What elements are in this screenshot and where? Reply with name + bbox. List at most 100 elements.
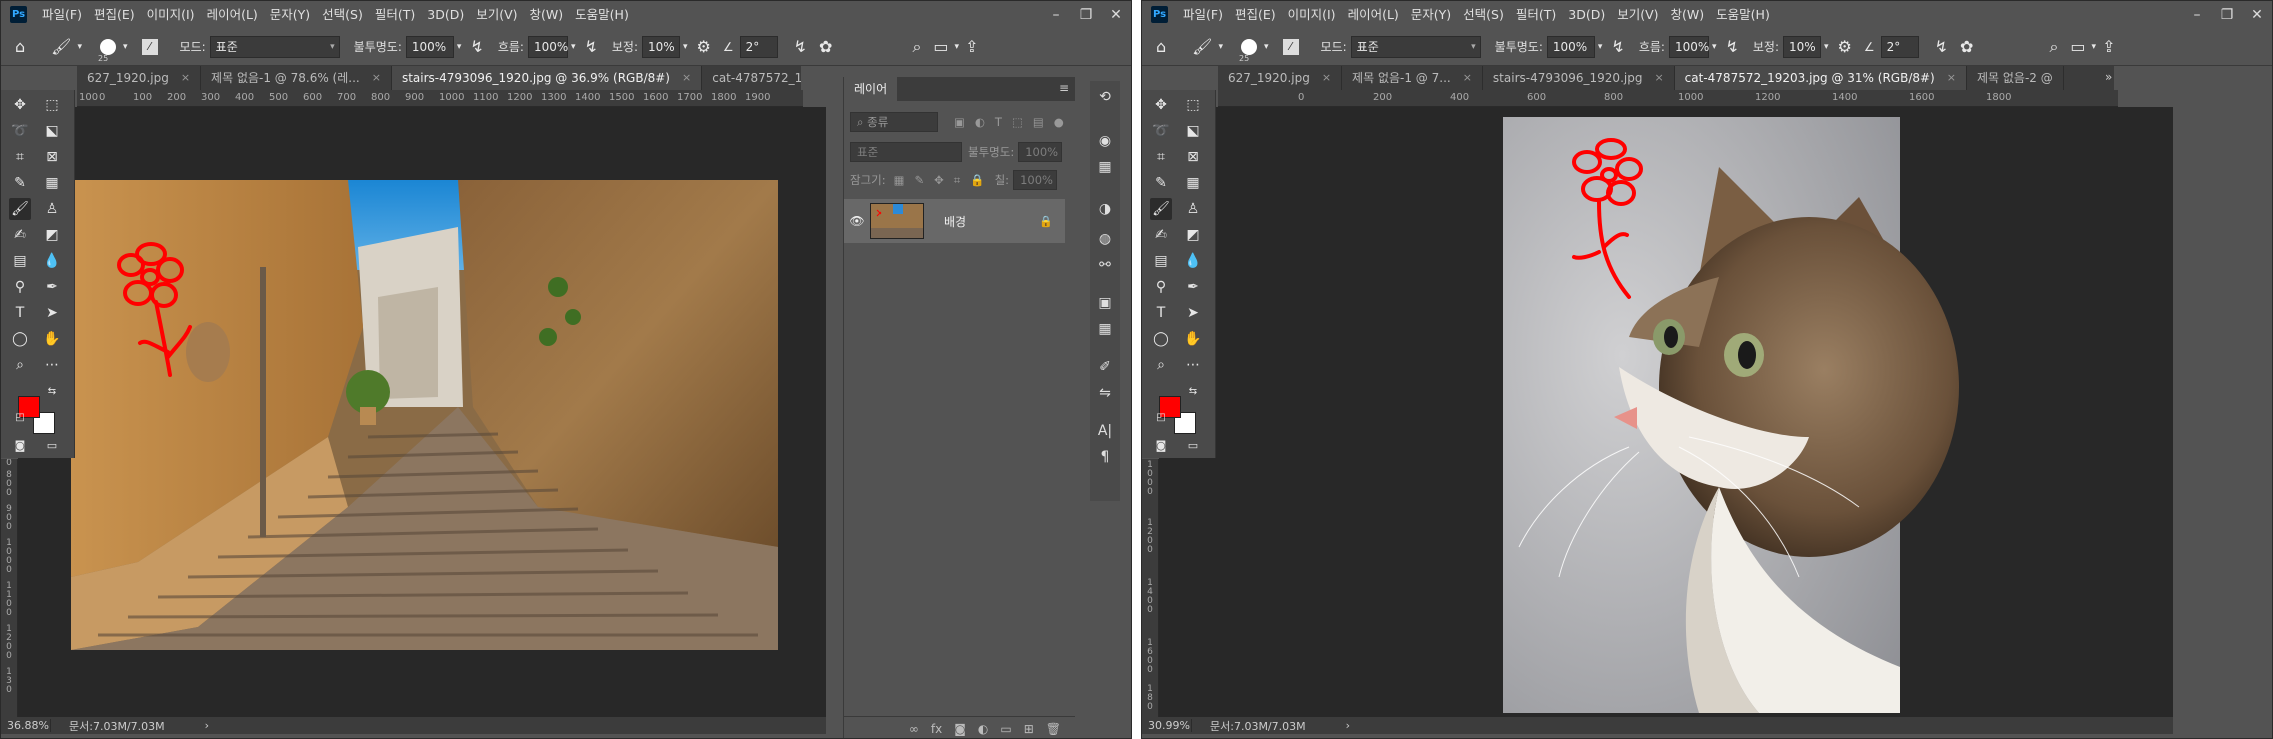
frame-icon[interactable]: ⊠ [41, 146, 63, 168]
hand-icon[interactable]: ✋ [1182, 328, 1204, 350]
chevron-down-icon[interactable]: ▾ [457, 42, 462, 52]
brush-preset-picker[interactable]: 25 [98, 38, 116, 63]
fx-icon[interactable]: fx [931, 722, 942, 736]
gear-icon[interactable]: ⚙ [1838, 37, 1852, 56]
tab-document-active[interactable]: cat-4787572_19203.jpg @ 31% (RGB/8#) × [1674, 66, 1967, 90]
stamp-icon[interactable]: ♙ [1182, 198, 1204, 220]
frame-icon[interactable]: ⊠ [1182, 146, 1204, 168]
chevron-down-icon[interactable]: ▾ [123, 42, 128, 52]
menu-filter[interactable]: 필터(T) [1510, 1, 1562, 28]
eyedropper-icon[interactable]: ✎ [9, 172, 31, 194]
dodge-icon[interactable]: ⚲ [1150, 276, 1172, 298]
cat-photo[interactable] [1159, 107, 2173, 717]
minimize-icon[interactable]: – [2182, 7, 2212, 23]
lock-artboard-icon[interactable]: ⌗ [954, 173, 960, 188]
menu-window[interactable]: 창(W) [1665, 1, 1711, 28]
opacity-input[interactable]: 100% [405, 35, 454, 58]
menu-select[interactable]: 선택(S) [1457, 1, 1510, 28]
dodge-icon[interactable]: ⚲ [9, 276, 31, 298]
move-icon[interactable]: ✥ [9, 94, 31, 116]
character-icon[interactable]: A| [1094, 421, 1116, 441]
tab-layers[interactable]: 레이어 [844, 77, 898, 101]
eraser-icon[interactable]: ◩ [1182, 224, 1204, 246]
maximize-icon[interactable]: ❐ [1071, 7, 1101, 23]
marquee-icon[interactable]: ⬚ [1182, 94, 1204, 116]
paragraph-icon[interactable]: ¶ [1094, 447, 1116, 467]
history-icon[interactable]: ⟲ [1094, 87, 1116, 107]
tabs-overflow-icon[interactable]: » [2105, 70, 2112, 84]
tab-document[interactable]: 제목 없음-1 @ 78.6% (레... × [201, 66, 392, 90]
path-select-icon[interactable]: ➤ [1182, 302, 1204, 324]
brush-tool-icon[interactable]: 🖌 [1192, 37, 1212, 56]
grid-icon[interactable]: ▦ [1094, 319, 1116, 339]
more-tools-icon[interactable]: ⋯ [41, 354, 63, 376]
chevron-right-icon[interactable]: › [205, 719, 209, 732]
home-icon[interactable]: ⌂ [15, 37, 25, 56]
menu-3d[interactable]: 3D(D) [1562, 1, 1611, 28]
more-tools-icon[interactable]: ⋯ [1182, 354, 1204, 376]
crop-icon[interactable]: ⌗ [1150, 146, 1172, 168]
chevron-down-icon[interactable]: ▾ [1218, 42, 1223, 52]
document-canvas-area[interactable] [1159, 107, 2173, 717]
blur-icon[interactable]: 💧 [1182, 250, 1204, 272]
link-icon[interactable]: ∞ [909, 722, 919, 736]
mode-select[interactable]: 표준 ▾ [1350, 35, 1481, 58]
gradient-icon[interactable]: ▤ [1150, 250, 1172, 272]
tab-document-active[interactable]: stairs-4793096_1920.jpg @ 36.9% (RGB/8#)… [391, 66, 703, 90]
share-icon[interactable]: ⇪ [965, 37, 978, 56]
tab-document[interactable]: cat-4787572_19203.jpg× [702, 66, 801, 90]
menu-layer[interactable]: 레이어(L) [201, 1, 264, 28]
eraser-icon[interactable]: ◩ [41, 224, 63, 246]
close-icon[interactable]: ✕ [2242, 7, 2272, 23]
close-icon[interactable]: ✕ [1101, 7, 1131, 23]
fill-input[interactable]: 100% [1013, 170, 1058, 190]
menu-window[interactable]: 창(W) [524, 1, 570, 28]
patch-icon[interactable]: ▦ [1182, 172, 1204, 194]
layer-filter-select[interactable]: ⌕ 종류 [850, 112, 938, 132]
tab-document[interactable]: 627_1920.jpg × [77, 66, 202, 90]
brush-settings-icon[interactable]: ⁄ [141, 38, 158, 55]
close-icon[interactable]: × [1947, 66, 1956, 90]
menu-file[interactable]: 파일(F) [36, 1, 88, 28]
filter-shape-icon[interactable]: ⬚ [1012, 115, 1023, 129]
screen-mode-icon[interactable]: ▭ [1182, 434, 1204, 456]
filter-toggle-icon[interactable]: ● [1054, 115, 1064, 129]
menu-type[interactable]: 문자(Y) [264, 1, 316, 28]
close-icon[interactable]: × [1322, 66, 1331, 90]
close-icon[interactable]: × [1654, 66, 1663, 90]
stairs-photo[interactable] [18, 107, 826, 717]
lock-pixels-icon[interactable]: ▦ [894, 173, 905, 187]
menu-edit[interactable]: 편집(E) [1229, 1, 1282, 28]
default-colors-icon[interactable]: ◰ [1150, 406, 1172, 428]
folder-icon[interactable]: ▭ [1000, 722, 1011, 736]
close-icon[interactable]: × [372, 66, 381, 90]
workspace-icon[interactable]: ▭ [2070, 37, 2085, 56]
workspace-icon[interactable]: ▭ [933, 37, 948, 56]
gear-icon[interactable]: ⚙ [697, 37, 711, 56]
smoothing-input[interactable]: 10% [642, 35, 680, 58]
color-icon[interactable]: ◉ [1094, 131, 1116, 151]
search-icon[interactable]: ⌕ [2049, 37, 2058, 57]
share-icon[interactable]: ⇪ [2102, 37, 2115, 56]
patch-icon[interactable]: ▦ [41, 172, 63, 194]
zoom-icon[interactable]: ⌕ [1150, 354, 1172, 376]
blend-mode-select[interactable]: 표준 [850, 142, 962, 162]
angle-input[interactable]: 2° [739, 35, 778, 58]
menu-edit[interactable]: 편집(E) [88, 1, 141, 28]
pressure-size-icon[interactable]: ↯ [794, 37, 807, 56]
move-icon[interactable]: ✥ [1150, 94, 1172, 116]
paths-icon[interactable]: ⚯ [1094, 255, 1116, 275]
type-icon[interactable]: T [9, 302, 31, 324]
history-brush-icon[interactable]: ✍ [9, 224, 31, 246]
brushes-icon[interactable]: ✐ [1094, 357, 1116, 377]
home-icon[interactable]: ⌂ [1156, 37, 1166, 56]
menu-layer[interactable]: 레이어(L) [1342, 1, 1405, 28]
lock-position-icon[interactable]: ✥ [934, 173, 944, 187]
angle-input[interactable]: 2° [1880, 35, 1919, 58]
crop-icon[interactable]: ⌗ [9, 146, 31, 168]
brush-icon[interactable]: 🖌 [1150, 198, 1172, 220]
chevron-down-icon[interactable]: ▾ [571, 42, 576, 52]
pressure-opacity-icon[interactable]: ↯ [470, 37, 483, 56]
object-select-icon[interactable]: ⬕ [1182, 120, 1204, 142]
brush-tool-icon[interactable]: 🖌 [51, 37, 71, 56]
